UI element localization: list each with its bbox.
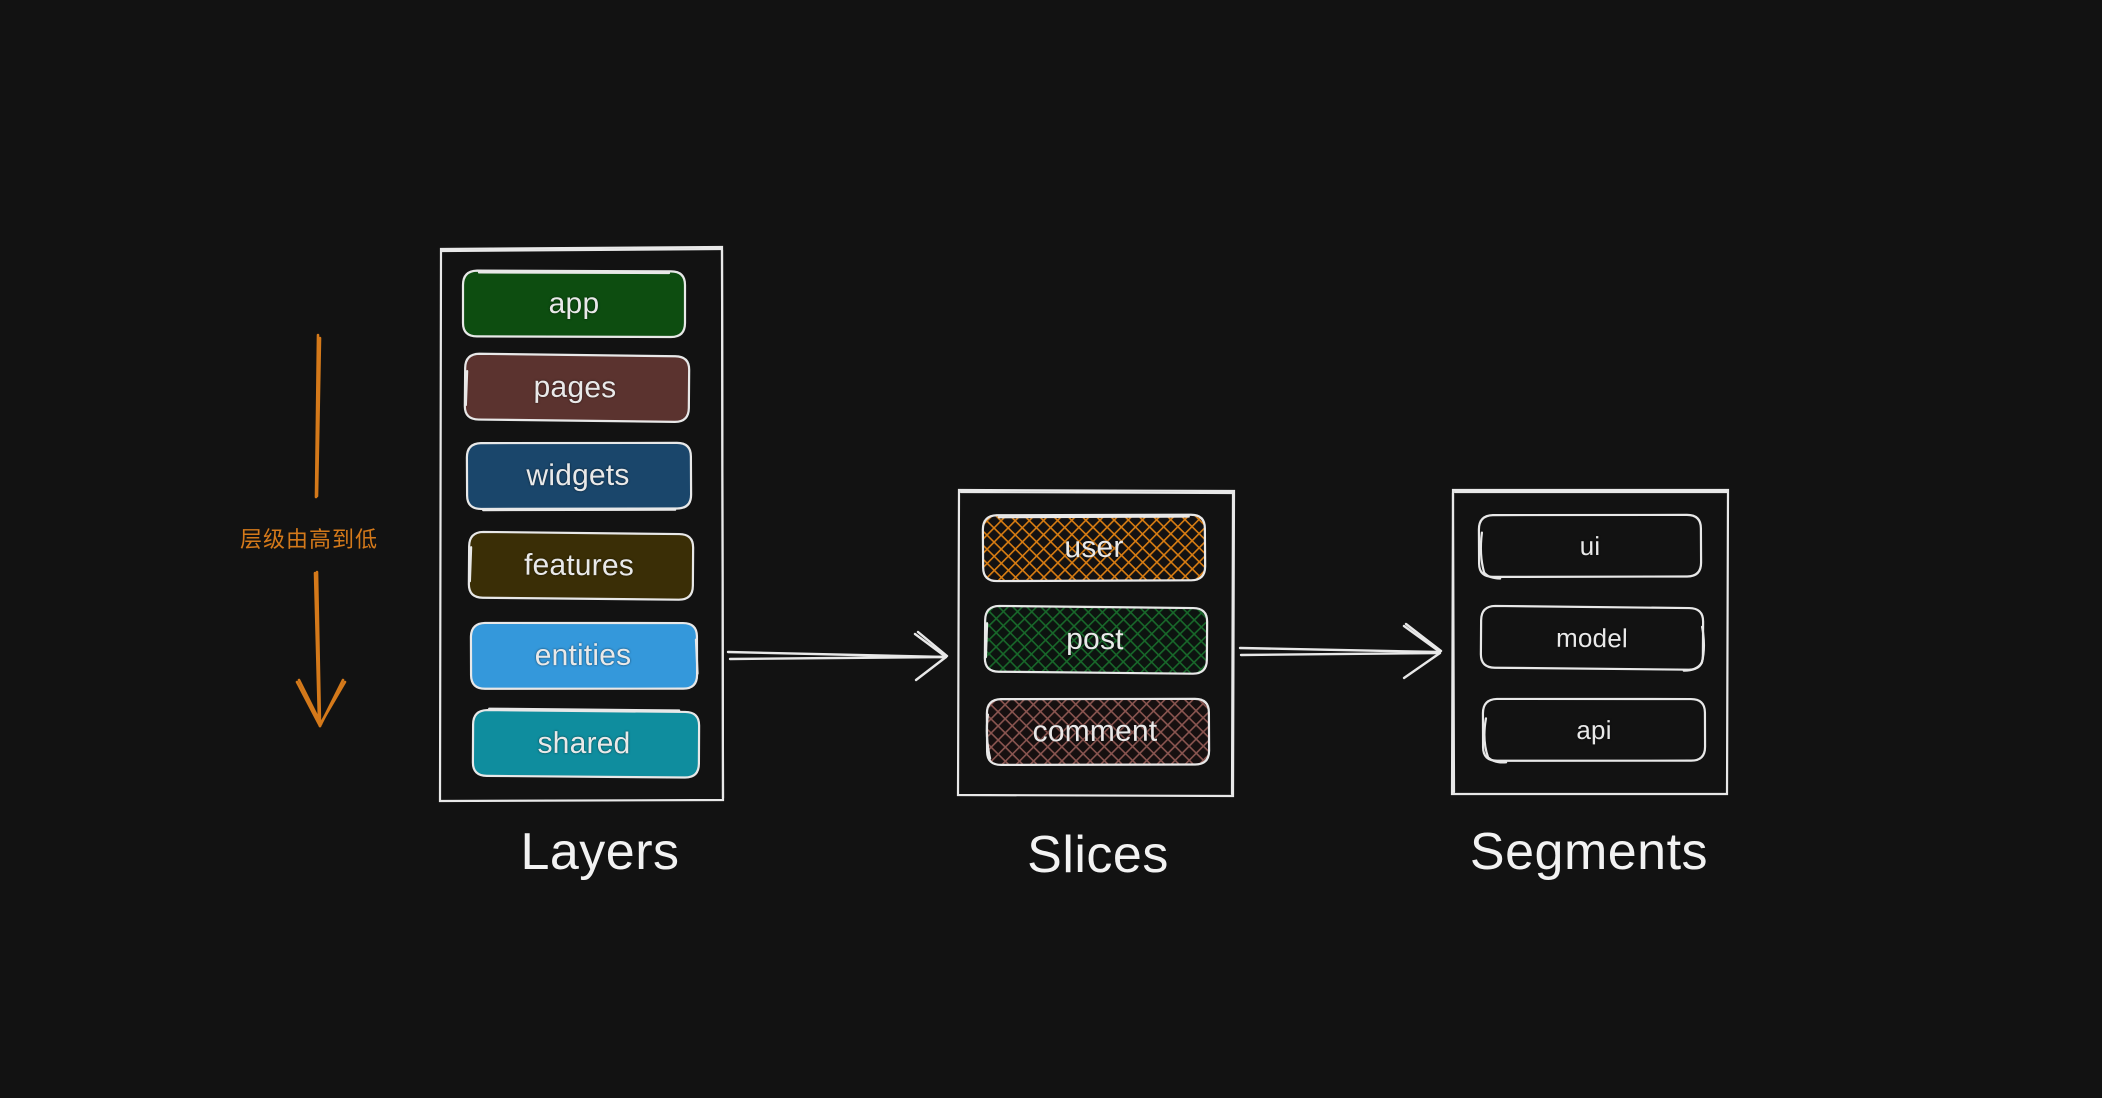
- caption-layers: Layers: [520, 823, 680, 881]
- slices-items: user post comment: [958, 490, 1234, 796]
- comment-box-label: comment: [1032, 714, 1158, 749]
- widgets-box-label: widgets: [526, 458, 630, 493]
- hierarchy-annotation-label: 层级由高到低: [240, 527, 379, 552]
- api-box-label: api: [1576, 714, 1612, 745]
- slice-box-user[interactable]: user: [980, 511, 1208, 585]
- layer-box-shared[interactable]: shared: [470, 707, 702, 780]
- pages-box-label: pages: [533, 370, 617, 405]
- layer-box-entities[interactable]: entities: [468, 620, 700, 693]
- layer-box-pages[interactable]: pages: [462, 351, 693, 425]
- user-box-label: user: [1064, 530, 1124, 565]
- segment-box-api[interactable]: api: [1480, 696, 1708, 765]
- layer-box-app[interactable]: app: [460, 268, 688, 340]
- post-box-label: post: [1066, 622, 1124, 657]
- layer-box-features[interactable]: features: [466, 529, 696, 603]
- entities-box-label: entities: [534, 638, 632, 673]
- group-layers: app pages widgets features entities shar…: [438, 245, 725, 803]
- slice-box-post[interactable]: post: [982, 603, 1210, 677]
- caption-segments: Segments: [1469, 823, 1709, 881]
- features-box-label: features: [523, 548, 635, 583]
- diagram-canvas: 层级由高到低 app pages widgets features entiti…: [0, 0, 2102, 1098]
- group-segments: ui model api: [1450, 488, 1730, 796]
- caption-slices: Slices: [1027, 826, 1169, 884]
- layer-box-widgets[interactable]: widgets: [464, 439, 694, 512]
- app-box-label: app: [548, 287, 600, 320]
- segment-box-ui[interactable]: ui: [1476, 511, 1704, 580]
- group-slices: user post comment: [956, 488, 1236, 798]
- segments-items: ui model api: [1452, 490, 1728, 794]
- model-box-label: model: [1555, 622, 1629, 653]
- ui-box-label: ui: [1579, 530, 1601, 561]
- shared-box-label: shared: [537, 726, 631, 761]
- segment-box-model[interactable]: model: [1478, 603, 1706, 673]
- layers-items: app pages widgets features entities shar…: [440, 248, 722, 800]
- slice-box-comment[interactable]: comment: [984, 695, 1212, 768]
